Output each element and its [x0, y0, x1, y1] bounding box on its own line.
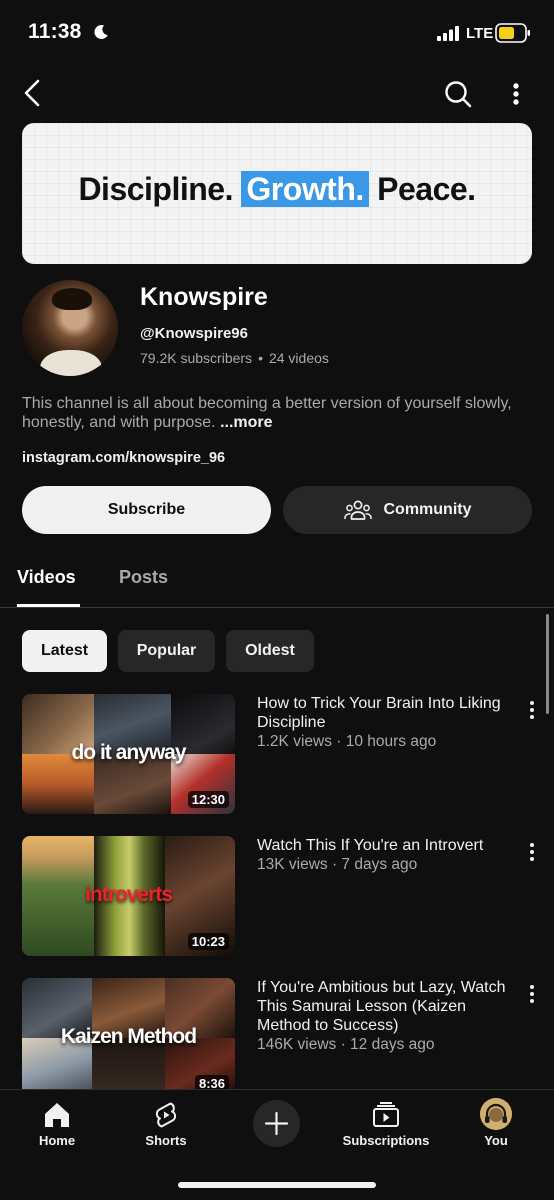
back-icon[interactable]	[18, 76, 48, 110]
subscriptions-icon	[373, 1102, 399, 1127]
subscriber-count: 79.2K subscribers	[140, 350, 253, 366]
banner-slogan: Discipline. Growth. Peace.	[22, 171, 532, 208]
avatar-shirt	[40, 350, 102, 376]
headphones-avatar-icon	[480, 1098, 512, 1130]
video-title-text: Watch This If You're an Introvert	[257, 837, 484, 854]
community-icon	[343, 500, 372, 520]
video-thumbnail[interactable]: do it anyway 12:30	[22, 694, 235, 814]
avatar	[480, 1098, 512, 1130]
channel-stats: 79.2K subscribers • 24 videos	[140, 350, 329, 366]
thumbnail-text: do it anyway	[71, 740, 186, 764]
video-item[interactable]: Kaizen Method 8:36 If You're Ambitious b…	[0, 978, 554, 1100]
video-title-text: How to Trick Your Brain Into Liking Disc…	[257, 695, 501, 731]
video-meta: 146K views · 12 days ago	[257, 1036, 435, 1053]
thumbnail-text: introverts	[85, 882, 173, 906]
more-vertical-icon[interactable]	[522, 697, 542, 723]
video-duration: 10:23	[187, 933, 229, 950]
moon-icon	[94, 25, 108, 40]
banner-word-2: Growth.	[241, 171, 369, 207]
home-icon	[45, 1103, 69, 1127]
network-label: LTE	[466, 25, 494, 42]
more-vertical-icon[interactable]	[504, 78, 528, 112]
video-title[interactable]: How to Trick Your Brain Into Liking Disc…	[257, 694, 507, 751]
community-label: Community	[383, 501, 472, 518]
video-thumbnail[interactable]: introverts 10:23	[22, 836, 235, 956]
description-more-link[interactable]: ...more	[220, 414, 272, 431]
stats-separator: •	[258, 350, 263, 366]
chip-popular[interactable]: Popular	[118, 630, 215, 672]
community-button[interactable]: Community	[283, 486, 532, 534]
tab-videos[interactable]: Videos	[17, 567, 76, 588]
channel-handle: @Knowspire96	[140, 325, 248, 342]
signal-icon	[437, 26, 459, 41]
nav-subscriptions-label: Subscriptions	[342, 1133, 430, 1148]
more-vertical-icon[interactable]	[522, 839, 542, 865]
chip-latest[interactable]: Latest	[22, 630, 107, 672]
subscribe-label: Subscribe	[107, 501, 186, 518]
video-count: 24 videos	[268, 350, 329, 366]
video-item[interactable]: do it anyway 12:30 How to Trick Your Bra…	[0, 694, 554, 816]
channel-banner: Discipline. Growth. Peace.	[22, 123, 532, 264]
banner-word-1: Discipline.	[78, 171, 233, 207]
channel-external-link[interactable]: instagram.com/knowspire_96	[22, 450, 225, 466]
status-time: 11:38	[28, 20, 82, 43]
channel-name: Knowspire	[140, 283, 268, 311]
battery-icon	[495, 23, 530, 43]
avatar-hair	[52, 288, 92, 310]
subscribe-button[interactable]: Subscribe	[22, 486, 271, 534]
video-thumbnail[interactable]: Kaizen Method 8:36	[22, 978, 235, 1098]
search-icon[interactable]	[441, 77, 475, 111]
video-meta: 1.2K views · 10 hours ago	[257, 733, 437, 750]
video-title-text: If You're Ambitious but Lazy, Watch This…	[257, 979, 506, 1034]
video-meta: 13K views · 7 days ago	[257, 856, 418, 873]
more-vertical-icon[interactable]	[522, 981, 542, 1007]
tab-posts[interactable]: Posts	[119, 567, 168, 588]
channel-avatar[interactable]	[22, 280, 118, 376]
thumbnail-text: Kaizen Method	[60, 1024, 197, 1048]
home-indicator[interactable]	[178, 1182, 376, 1188]
nav-you-label: You	[484, 1133, 508, 1148]
chip-oldest[interactable]: Oldest	[226, 630, 314, 672]
video-title[interactable]: Watch This If You're an Introvert 13K vi…	[257, 836, 507, 874]
video-item[interactable]: introverts 10:23 Watch This If You're an…	[0, 836, 554, 958]
video-duration: 12:30	[187, 791, 229, 808]
plus-icon	[264, 1111, 289, 1136]
video-title[interactable]: If You're Ambitious but Lazy, Watch This…	[257, 978, 507, 1054]
tabs-divider	[0, 607, 554, 608]
create-button[interactable]	[253, 1100, 300, 1147]
nav-home-label: Home	[38, 1133, 76, 1148]
channel-description[interactable]: This channel is all about becoming a bet…	[22, 394, 532, 432]
nav-shorts-label: Shorts	[145, 1133, 187, 1148]
banner-word-3: Peace.	[377, 171, 476, 207]
shorts-icon	[155, 1102, 177, 1128]
